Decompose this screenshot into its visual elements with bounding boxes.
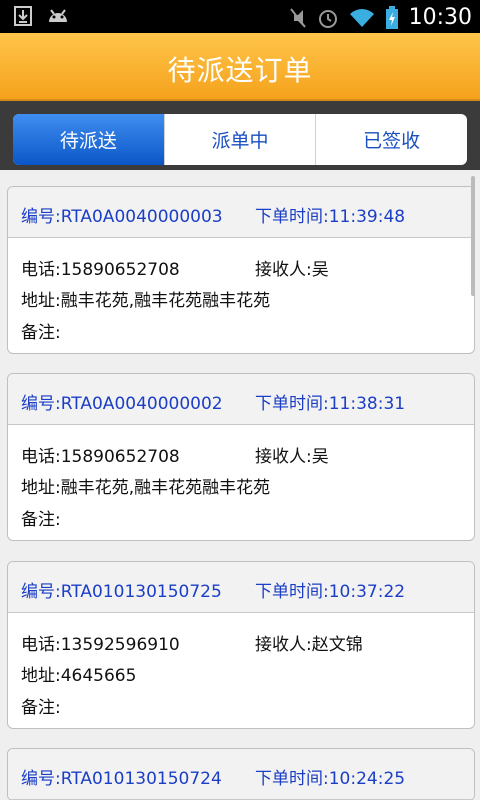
order-phone: 电话:13592596910 [21, 635, 180, 655]
order-card[interactable]: 编号:RTA010130150725 下单时间:10:37:22 电话:1359… [7, 561, 475, 729]
order-phone: 电话:15890652708 [21, 260, 180, 280]
order-id: 编号:RTA010130150725 [21, 582, 222, 602]
order-address: 地址:4645665 [21, 666, 137, 686]
page-title: 待派送订单 [167, 54, 313, 87]
order-time: 下单时间:10:37:22 [255, 582, 406, 602]
mute-icon [289, 7, 306, 28]
order-card-header: 编号:RTA010130150724 下单时间:10:24:25 [8, 749, 474, 800]
order-card-body: 电话:13592596910 接收人:赵文锦 地址:4645665 备注: [8, 613, 474, 728]
wifi-icon [349, 8, 374, 27]
tab-dispatching[interactable]: 派单中 [163, 114, 316, 165]
order-list[interactable]: 编号:RTA0A0040000003 下单时间:11:39:48 电话:1589… [0, 170, 480, 800]
battery-charging-icon [385, 5, 398, 29]
order-phone: 电话:15890652708 [21, 447, 180, 467]
order-time: 下单时间:11:39:48 [255, 207, 406, 227]
order-id: 编号:RTA0A0040000003 [21, 207, 223, 227]
order-note: 备注: [21, 510, 61, 530]
order-card-body: 电话:15890652708 接收人:吴 地址:融丰花苑,融丰花苑融丰花苑 备注… [8, 425, 474, 540]
order-time: 下单时间:10:24:25 [255, 769, 406, 789]
order-time: 下单时间:11:38:31 [255, 394, 406, 414]
order-address: 地址:融丰花苑,融丰花苑融丰花苑 [21, 291, 271, 311]
order-note: 备注: [21, 323, 61, 343]
scrollbar[interactable] [471, 176, 475, 296]
order-id: 编号:RTA010130150724 [21, 769, 222, 789]
order-receiver: 接收人:吴 [255, 447, 329, 467]
order-id: 编号:RTA0A0040000002 [21, 394, 223, 414]
order-address: 地址:融丰花苑,融丰花苑融丰花苑 [21, 478, 271, 498]
order-note: 备注: [21, 698, 61, 718]
tab-pending[interactable]: 待派送 [13, 114, 164, 165]
android-icon [49, 9, 67, 22]
order-receiver: 接收人:赵文锦 [255, 635, 363, 655]
order-card-header: 编号:RTA0A0040000002 下单时间:11:38:31 [8, 374, 474, 425]
order-receiver: 接收人:吴 [255, 260, 329, 280]
order-card-body: 电话:15890652708 接收人:吴 地址:融丰花苑,融丰花苑融丰花苑 备注… [8, 238, 474, 353]
order-card[interactable]: 编号:RTA0A0040000002 下单时间:11:38:31 电话:1589… [7, 373, 475, 541]
status-time: 10:30 [408, 5, 472, 30]
order-card-header: 编号:RTA0A0040000003 下单时间:11:39:48 [8, 187, 474, 238]
order-card[interactable]: 编号:RTA010130150724 下单时间:10:24:25 [7, 748, 475, 800]
status-bar: 10:30 [0, 0, 480, 33]
title-bar: 待派送订单 [0, 33, 480, 101]
tab-signed[interactable]: 已签收 [315, 114, 467, 165]
alarm-icon [318, 9, 337, 28]
tab-band: 待派送 派单中 已签收 [0, 101, 480, 170]
download-icon [14, 6, 32, 26]
order-card[interactable]: 编号:RTA0A0040000003 下单时间:11:39:48 电话:1589… [7, 186, 475, 354]
order-card-header: 编号:RTA010130150725 下单时间:10:37:22 [8, 562, 474, 613]
tab-bar: 待派送 派单中 已签收 [13, 114, 467, 165]
